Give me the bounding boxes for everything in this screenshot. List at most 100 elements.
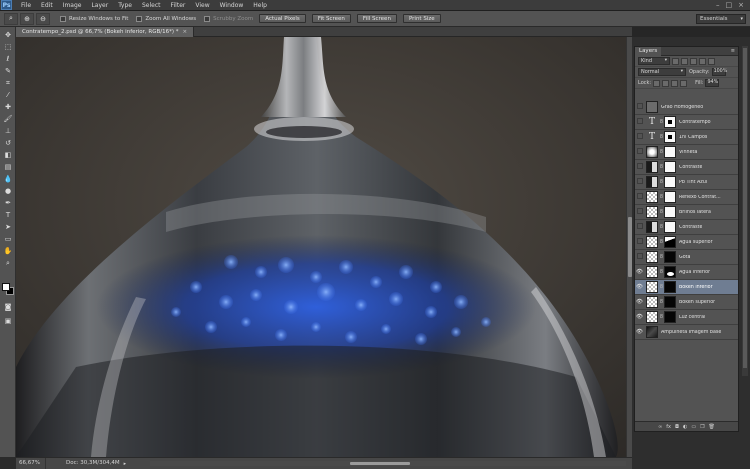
healing-tool-icon[interactable]: ✚ bbox=[2, 102, 14, 112]
folder-icon[interactable]: ▭ bbox=[691, 424, 696, 430]
quick-mask-icon[interactable]: ◙ bbox=[2, 302, 14, 312]
filter-shape-icon[interactable] bbox=[699, 57, 706, 65]
layer-row[interactable]: 8 Reflexo Contrat... bbox=[635, 190, 738, 205]
menu-edit[interactable]: Edit bbox=[36, 0, 58, 11]
menu-window[interactable]: Window bbox=[215, 0, 249, 11]
history-brush-tool-icon[interactable]: ↺ bbox=[2, 138, 14, 148]
visibility-toggle[interactable] bbox=[635, 223, 644, 231]
layer-mask-thumbnail[interactable] bbox=[664, 116, 676, 128]
visibility-toggle[interactable] bbox=[635, 208, 644, 216]
menu-help[interactable]: Help bbox=[248, 0, 272, 11]
foreground-color-swatch[interactable] bbox=[2, 283, 10, 291]
trash-icon[interactable]: 🗑 bbox=[709, 424, 715, 430]
layer-mask-thumbnail[interactable] bbox=[664, 251, 676, 263]
eye-icon[interactable]: 👁 bbox=[635, 329, 644, 335]
layer-mask-thumbnail[interactable] bbox=[664, 221, 676, 233]
visibility-toggle[interactable] bbox=[635, 103, 644, 111]
blur-tool-icon[interactable]: 💧 bbox=[2, 174, 14, 184]
layer-mask-thumbnail[interactable] bbox=[664, 206, 676, 218]
layer-mask-thumbnail[interactable] bbox=[664, 191, 676, 203]
lock-position-icon[interactable] bbox=[671, 79, 679, 87]
layer-row[interactable]: Grao Homogeneo bbox=[635, 100, 738, 115]
path-select-tool-icon[interactable]: ➤ bbox=[2, 222, 14, 232]
layer-row[interactable]: 8 Contraste bbox=[635, 160, 738, 175]
checkbox-box[interactable] bbox=[204, 15, 211, 22]
menu-type[interactable]: Type bbox=[113, 0, 137, 11]
fx-icon[interactable]: fx bbox=[666, 424, 671, 430]
eye-icon[interactable]: 👁 bbox=[635, 314, 644, 320]
quick-select-tool-icon[interactable]: ✎ bbox=[2, 66, 14, 76]
dock-scrollbar[interactable] bbox=[742, 46, 748, 376]
zoom-all-windows-checkbox[interactable]: Zoom All Windows bbox=[136, 15, 196, 22]
gradient-tool-icon[interactable]: ▤ bbox=[2, 162, 14, 172]
hand-tool-icon[interactable]: ✋ bbox=[2, 246, 14, 256]
crop-tool-icon[interactable]: ⌗ bbox=[2, 78, 14, 88]
eye-icon[interactable]: 👁 bbox=[635, 299, 644, 305]
clone-stamp-tool-icon[interactable]: ⊥ bbox=[2, 126, 14, 136]
menu-select[interactable]: Select bbox=[137, 0, 166, 11]
eraser-tool-icon[interactable]: ◧ bbox=[2, 150, 14, 160]
document-canvas[interactable] bbox=[16, 37, 626, 457]
visibility-toggle[interactable] bbox=[635, 193, 644, 201]
fill-screen-button[interactable]: Fill Screen bbox=[356, 14, 397, 23]
zoom-out-icon[interactable]: ⊖ bbox=[36, 12, 50, 25]
layer-row[interactable]: 👁 8 Luz central bbox=[635, 310, 738, 325]
screen-mode-icon[interactable]: ▣ bbox=[2, 316, 14, 326]
print-size-button[interactable]: Print Size bbox=[402, 14, 441, 23]
layer-row[interactable]: 8 Agua superior bbox=[635, 235, 738, 250]
layer-mask-thumbnail[interactable] bbox=[664, 266, 676, 278]
zoom-level[interactable]: 66,67% bbox=[16, 458, 46, 469]
eye-icon[interactable]: 👁 bbox=[635, 284, 644, 290]
workspace-switcher[interactable]: Essentials ▾ bbox=[696, 14, 746, 24]
layer-row[interactable]: 8 Vinheta bbox=[635, 145, 738, 160]
layer-row[interactable]: 8 Gota bbox=[635, 250, 738, 265]
menu-layer[interactable]: Layer bbox=[86, 0, 113, 11]
visibility-toggle[interactable] bbox=[635, 163, 644, 171]
layer-row[interactable]: 8 Contraste bbox=[635, 220, 738, 235]
marquee-tool-icon[interactable]: ⬚ bbox=[2, 42, 14, 52]
visibility-toggle[interactable] bbox=[635, 178, 644, 186]
layer-mask-thumbnail[interactable] bbox=[664, 161, 676, 173]
layer-row[interactable]: T 8 Contratempo bbox=[635, 115, 738, 130]
layer-row[interactable]: 👁 Ampulheta Imagem base bbox=[635, 325, 738, 340]
pen-tool-icon[interactable]: ✒ bbox=[2, 198, 14, 208]
layer-row[interactable]: 👁 8 Bokeh superior bbox=[635, 295, 738, 310]
layer-row[interactable]: 👁 8 Bokeh inferior bbox=[635, 280, 738, 295]
menu-filter[interactable]: Filter bbox=[166, 0, 191, 11]
checkbox-box[interactable] bbox=[60, 15, 66, 22]
filter-kind-select[interactable]: Kind ▾ bbox=[638, 57, 670, 65]
type-tool-icon[interactable]: T bbox=[2, 210, 14, 220]
eyedropper-tool-icon[interactable]: ⁄ bbox=[2, 90, 14, 100]
opacity-input[interactable]: 100% bbox=[711, 68, 727, 76]
lasso-tool-icon[interactable]: ℓ bbox=[2, 54, 14, 64]
close-icon[interactable]: × bbox=[183, 29, 188, 35]
layer-mask-thumbnail[interactable] bbox=[664, 296, 676, 308]
layer-mask-thumbnail[interactable] bbox=[664, 236, 676, 248]
actual-pixels-button[interactable]: Actual Pixels bbox=[259, 14, 306, 23]
lock-all-icon[interactable] bbox=[680, 79, 688, 87]
mask-icon[interactable]: ◘ bbox=[675, 424, 679, 430]
layer-row[interactable]: 8 Pb Tint Azul bbox=[635, 175, 738, 190]
menu-view[interactable]: View bbox=[190, 0, 214, 11]
lock-pixels-icon[interactable] bbox=[662, 79, 670, 87]
shape-tool-icon[interactable]: ▭ bbox=[2, 234, 14, 244]
visibility-toggle[interactable] bbox=[635, 133, 644, 141]
checkbox-box[interactable] bbox=[136, 15, 143, 22]
chevron-right-icon[interactable]: ▸ bbox=[124, 461, 127, 467]
filter-type-icon[interactable] bbox=[690, 57, 697, 65]
visibility-toggle[interactable] bbox=[635, 118, 644, 126]
close-icon[interactable]: × bbox=[738, 1, 744, 9]
zoom-tool-icon[interactable]: ⌕ bbox=[4, 12, 18, 25]
fit-screen-button[interactable]: Fit Screen bbox=[311, 14, 351, 23]
filter-pixel-icon[interactable] bbox=[672, 57, 679, 65]
filter-smart-icon[interactable] bbox=[708, 57, 715, 65]
layer-row[interactable]: T 8 1ni Campos bbox=[635, 130, 738, 145]
visibility-toggle[interactable] bbox=[635, 148, 644, 156]
layer-row[interactable]: 👁 8 Agua inferior bbox=[635, 265, 738, 280]
move-tool-icon[interactable]: ✥ bbox=[2, 30, 14, 40]
layer-mask-thumbnail[interactable] bbox=[664, 131, 676, 143]
menu-image[interactable]: Image bbox=[58, 0, 87, 11]
layer-mask-thumbnail[interactable] bbox=[664, 311, 676, 323]
horizontal-scrollbar[interactable] bbox=[150, 461, 626, 466]
minimize-icon[interactable]: – bbox=[716, 1, 720, 9]
